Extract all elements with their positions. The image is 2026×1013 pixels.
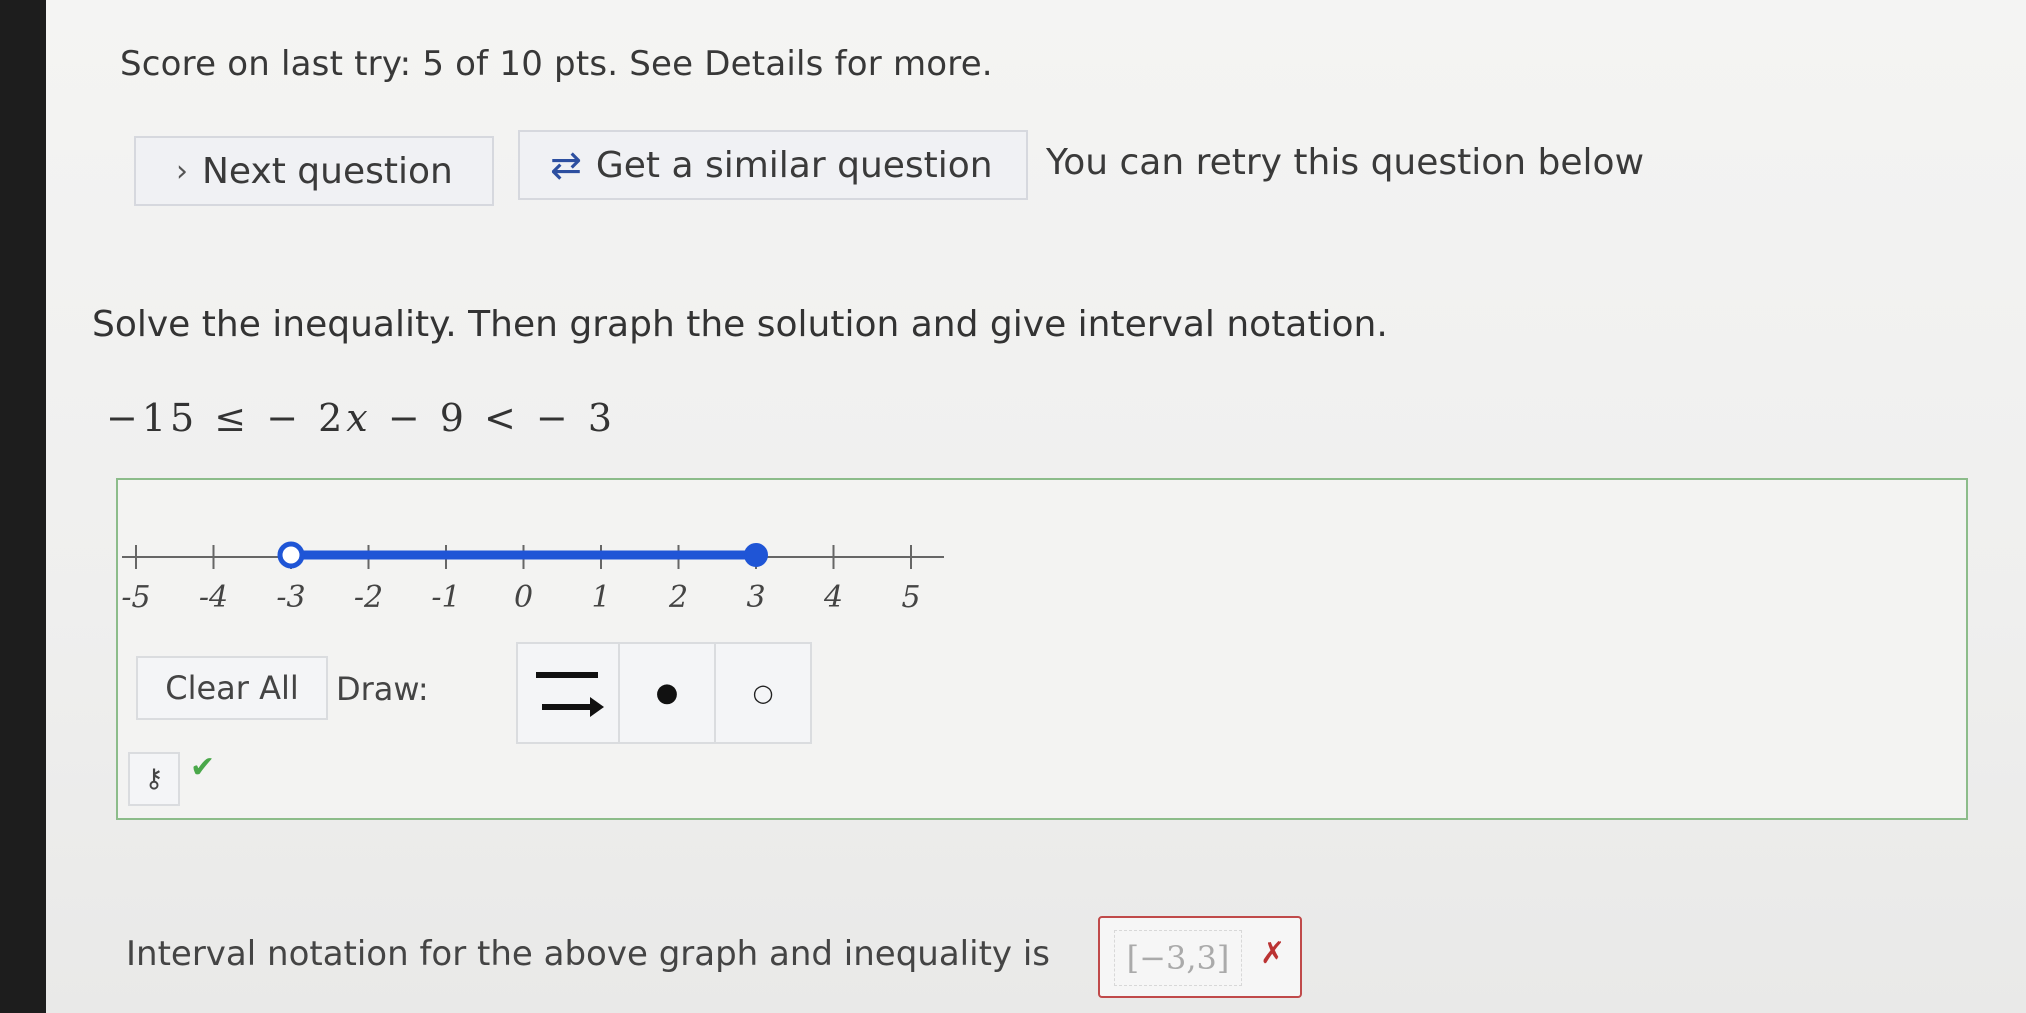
open-endpoint <box>277 541 305 569</box>
open-dot-icon: ○ <box>752 679 774 707</box>
question-page: Score on last try: 5 of 10 pts. See Deta… <box>46 0 2026 1013</box>
tick-label: -5 <box>121 580 150 615</box>
next-question-label: Next question <box>202 150 453 192</box>
line-segment-arrow-icon <box>536 672 604 717</box>
tick-label: 2 <box>668 580 688 615</box>
retry-message: You can retry this question below <box>1046 142 1645 183</box>
tick-label: 3 <box>746 580 765 615</box>
tick-label: -2 <box>354 580 383 615</box>
interval-answer-input[interactable]: [−3,3] <box>1114 930 1242 986</box>
score-text: Score on last try: 5 of 10 pts. See Deta… <box>120 44 993 84</box>
tick-label: -3 <box>276 580 305 615</box>
draw-label: Draw: <box>336 670 429 708</box>
tick-label: 1 <box>591 580 610 615</box>
closed-dot-icon: ● <box>655 678 679 708</box>
key-icon-button[interactable]: ⚷ <box>128 752 180 806</box>
closed-dot-tool-button[interactable]: ● <box>618 642 716 744</box>
graph-panel: -5 -4 -3 -2 -1 0 1 2 3 4 5 Clear All Draw: ● ○ ⚷ ✔ <box>116 478 1968 820</box>
tick-label: 0 <box>514 580 533 615</box>
number-line-graph[interactable]: -5 -4 -3 -2 -1 0 1 2 3 4 5 <box>118 480 1018 630</box>
closed-endpoint <box>744 543 768 567</box>
clear-all-button[interactable]: Clear All <box>136 656 328 720</box>
tick-label: -1 <box>431 580 460 615</box>
similar-question-label: Get a similar question <box>595 144 993 186</box>
tick-label: 4 <box>823 580 843 615</box>
device-bezel <box>0 0 46 1013</box>
inequality-variable: x <box>346 396 372 440</box>
interval-notation-label: Interval notation for the above graph an… <box>126 934 1050 974</box>
similar-question-button[interactable]: ⇄ Get a similar question <box>518 130 1028 200</box>
tick-label: -4 <box>199 580 228 615</box>
open-dot-tool-button[interactable]: ○ <box>714 642 812 744</box>
refresh-arrows-icon: ⇄ <box>550 143 582 187</box>
inequality-expression: −15 ≤ − 2x − 9 < − 3 <box>106 396 616 440</box>
question-prompt: Solve the inequality. Then graph the sol… <box>92 304 1388 345</box>
inequality-right: − 9 < − 3 <box>371 396 617 440</box>
inequality-left: −15 ≤ − 2 <box>106 396 347 440</box>
chevron-right-icon: › <box>176 153 188 189</box>
interval-answer-box: [−3,3] ✗ <box>1098 916 1302 998</box>
incorrect-mark-icon: ✗ <box>1260 936 1286 971</box>
check-mark-icon: ✔ <box>190 750 216 785</box>
tick-label: 5 <box>901 580 920 615</box>
next-question-button[interactable]: › Next question <box>134 136 494 206</box>
line-segment-tool-button[interactable] <box>516 642 620 744</box>
key-icon: ⚷ <box>144 764 164 794</box>
